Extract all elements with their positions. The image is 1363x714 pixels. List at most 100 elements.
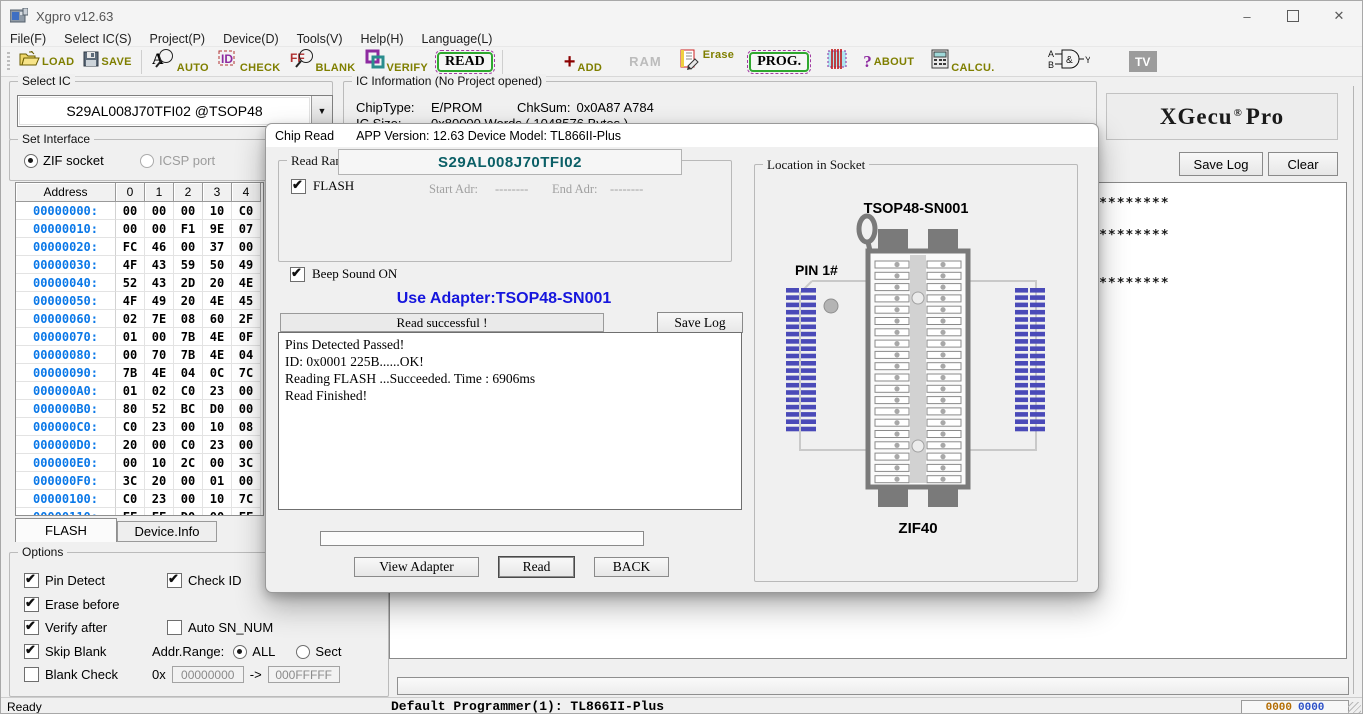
menu-item-helph[interactable]: Help(H) xyxy=(351,32,412,46)
menu-item-selectics[interactable]: Select IC(S) xyxy=(55,32,140,46)
pin-detect-checkbox[interactable]: Pin Detect xyxy=(24,573,105,588)
ram-button[interactable]: RAM xyxy=(629,48,662,76)
hex-header-cell[interactable]: 2 xyxy=(174,183,203,202)
tab-device-info[interactable]: Device.Info xyxy=(117,521,217,542)
range-start-input[interactable]: 00000000 xyxy=(172,666,244,683)
resize-grip[interactable] xyxy=(1348,702,1361,714)
hex-byte[interactable]: 20 xyxy=(174,292,203,310)
hex-byte[interactable]: 7B xyxy=(174,328,203,346)
hex-byte[interactable]: 50 xyxy=(203,256,232,274)
hex-byte[interactable]: FF xyxy=(232,508,261,516)
hex-byte[interactable]: 00 xyxy=(232,436,261,454)
hex-row[interactable]: 00000090:7B4E040C7C xyxy=(16,364,263,382)
add-button[interactable]: + ADD xyxy=(564,48,602,76)
hex-row[interactable]: 00000050:4F49204E45 xyxy=(16,292,263,310)
hex-byte[interactable]: 4F xyxy=(116,256,145,274)
hex-row[interactable]: 00000000:00000010C0 xyxy=(16,202,263,220)
hex-byte[interactable]: 10 xyxy=(203,202,232,220)
hex-byte[interactable]: 80 xyxy=(116,400,145,418)
menu-item-languagel[interactable]: Language(L) xyxy=(413,32,502,46)
hex-byte[interactable]: 4E xyxy=(232,274,261,292)
hex-byte[interactable]: C0 xyxy=(174,382,203,400)
hex-byte[interactable]: 2C xyxy=(174,454,203,472)
hex-byte[interactable]: 4E xyxy=(203,292,232,310)
hex-byte[interactable]: FF xyxy=(116,508,145,516)
dialog-title-bar[interactable]: Chip Read APP Version: 12.63 Device Mode… xyxy=(266,124,1098,147)
hex-byte[interactable]: BC xyxy=(174,400,203,418)
hex-byte[interactable]: C0 xyxy=(174,436,203,454)
hex-byte[interactable]: 52 xyxy=(145,400,174,418)
hex-byte[interactable]: 2D xyxy=(174,274,203,292)
hex-byte[interactable]: 59 xyxy=(174,256,203,274)
zif-socket-radio[interactable]: ZIF socket xyxy=(24,153,104,168)
hex-byte[interactable]: 00 xyxy=(116,346,145,364)
hex-row[interactable]: 000000C0:C023001008 xyxy=(16,418,263,436)
verify-after-checkbox[interactable]: Verify after xyxy=(24,620,107,635)
hex-byte[interactable]: 23 xyxy=(145,490,174,508)
hex-byte[interactable]: 00 xyxy=(174,418,203,436)
toolbar-grip[interactable] xyxy=(7,52,10,72)
hex-byte[interactable]: 2F xyxy=(232,310,261,328)
hex-row[interactable]: 000000F0:3C20000100 xyxy=(16,472,263,490)
hex-editor[interactable]: Address01234 00000000:00000010C000000010… xyxy=(15,182,264,516)
hex-row[interactable]: 00000080:00707B4E04 xyxy=(16,346,263,364)
hex-byte[interactable]: 08 xyxy=(174,310,203,328)
dialog-log[interactable]: Pins Detected Passed!ID: 0x0001 225B....… xyxy=(278,332,742,510)
hex-row[interactable]: 000000A0:0102C02300 xyxy=(16,382,263,400)
hex-row[interactable]: 000000B0:8052BCD000 xyxy=(16,400,263,418)
menu-item-toolsv[interactable]: Tools(V) xyxy=(288,32,352,46)
hex-byte[interactable]: D0 xyxy=(203,400,232,418)
hex-byte[interactable]: 04 xyxy=(232,346,261,364)
chip-button[interactable] xyxy=(824,48,850,76)
menu-item-deviced[interactable]: Device(D) xyxy=(214,32,288,46)
calcu-button[interactable]: CALCU. xyxy=(931,48,994,76)
erase-button[interactable]: Erase xyxy=(679,48,734,76)
hex-byte[interactable]: 49 xyxy=(232,256,261,274)
hex-byte[interactable]: 00 xyxy=(174,202,203,220)
hex-header-cell[interactable]: 4 xyxy=(232,183,261,202)
hex-byte[interactable]: D0 xyxy=(174,508,203,516)
hex-byte[interactable]: 07 xyxy=(232,220,261,238)
hex-byte[interactable]: 00 xyxy=(232,382,261,400)
hex-byte[interactable]: 0C xyxy=(203,364,232,382)
hex-byte[interactable]: 10 xyxy=(203,490,232,508)
hex-byte[interactable]: 4E xyxy=(145,364,174,382)
hex-byte[interactable]: 00 xyxy=(116,454,145,472)
tv-button[interactable]: TV xyxy=(1129,48,1157,76)
hex-byte[interactable]: FC xyxy=(116,238,145,256)
hex-byte[interactable]: 20 xyxy=(145,472,174,490)
hex-byte[interactable]: 0F xyxy=(232,328,261,346)
hex-byte[interactable]: 04 xyxy=(174,364,203,382)
dialog-read-button[interactable]: Read xyxy=(499,557,574,577)
hex-byte[interactable]: 02 xyxy=(145,382,174,400)
dialog-save-log-button[interactable]: Save Log xyxy=(657,312,743,333)
close-icon[interactable]: ✕ xyxy=(1316,1,1362,31)
auto-sn-checkbox[interactable]: Auto SN_NUM xyxy=(167,620,273,635)
hex-byte[interactable]: 7E xyxy=(145,310,174,328)
hex-row[interactable]: 00000020:FC46003700 xyxy=(16,238,263,256)
hex-byte[interactable]: 43 xyxy=(145,256,174,274)
hex-byte[interactable]: 10 xyxy=(145,454,174,472)
hex-byte[interactable]: 4E xyxy=(203,328,232,346)
hex-byte[interactable]: 20 xyxy=(116,436,145,454)
hex-row[interactable]: 000000D0:2000C02300 xyxy=(16,436,263,454)
prog-button[interactable]: PROG. xyxy=(749,48,809,76)
title-bar[interactable]: Xgpro v12.63 – ✕ xyxy=(1,1,1362,31)
hex-byte[interactable]: 00 xyxy=(174,238,203,256)
hex-byte[interactable]: F1 xyxy=(174,220,203,238)
hex-byte[interactable]: 00 xyxy=(203,454,232,472)
hex-row[interactable]: 000000E0:00102C003C xyxy=(16,454,263,472)
auto-button[interactable]: A AUTO xyxy=(151,48,209,76)
hex-byte[interactable]: 4E xyxy=(203,346,232,364)
hex-byte[interactable]: C0 xyxy=(116,490,145,508)
skip-blank-checkbox[interactable]: Skip Blank xyxy=(24,644,106,659)
tab-flash[interactable]: FLASH xyxy=(15,518,117,542)
hex-byte[interactable]: C0 xyxy=(232,202,261,220)
logic-gate-button[interactable]: AB&Y xyxy=(1048,48,1090,76)
hex-byte[interactable]: 4F xyxy=(116,292,145,310)
hex-byte[interactable]: 00 xyxy=(145,436,174,454)
hex-row[interactable]: 00000100:C02300107C xyxy=(16,490,263,508)
hex-byte[interactable]: 3C xyxy=(232,454,261,472)
hex-byte[interactable]: 00 xyxy=(232,472,261,490)
hex-byte[interactable]: 00 xyxy=(203,508,232,516)
